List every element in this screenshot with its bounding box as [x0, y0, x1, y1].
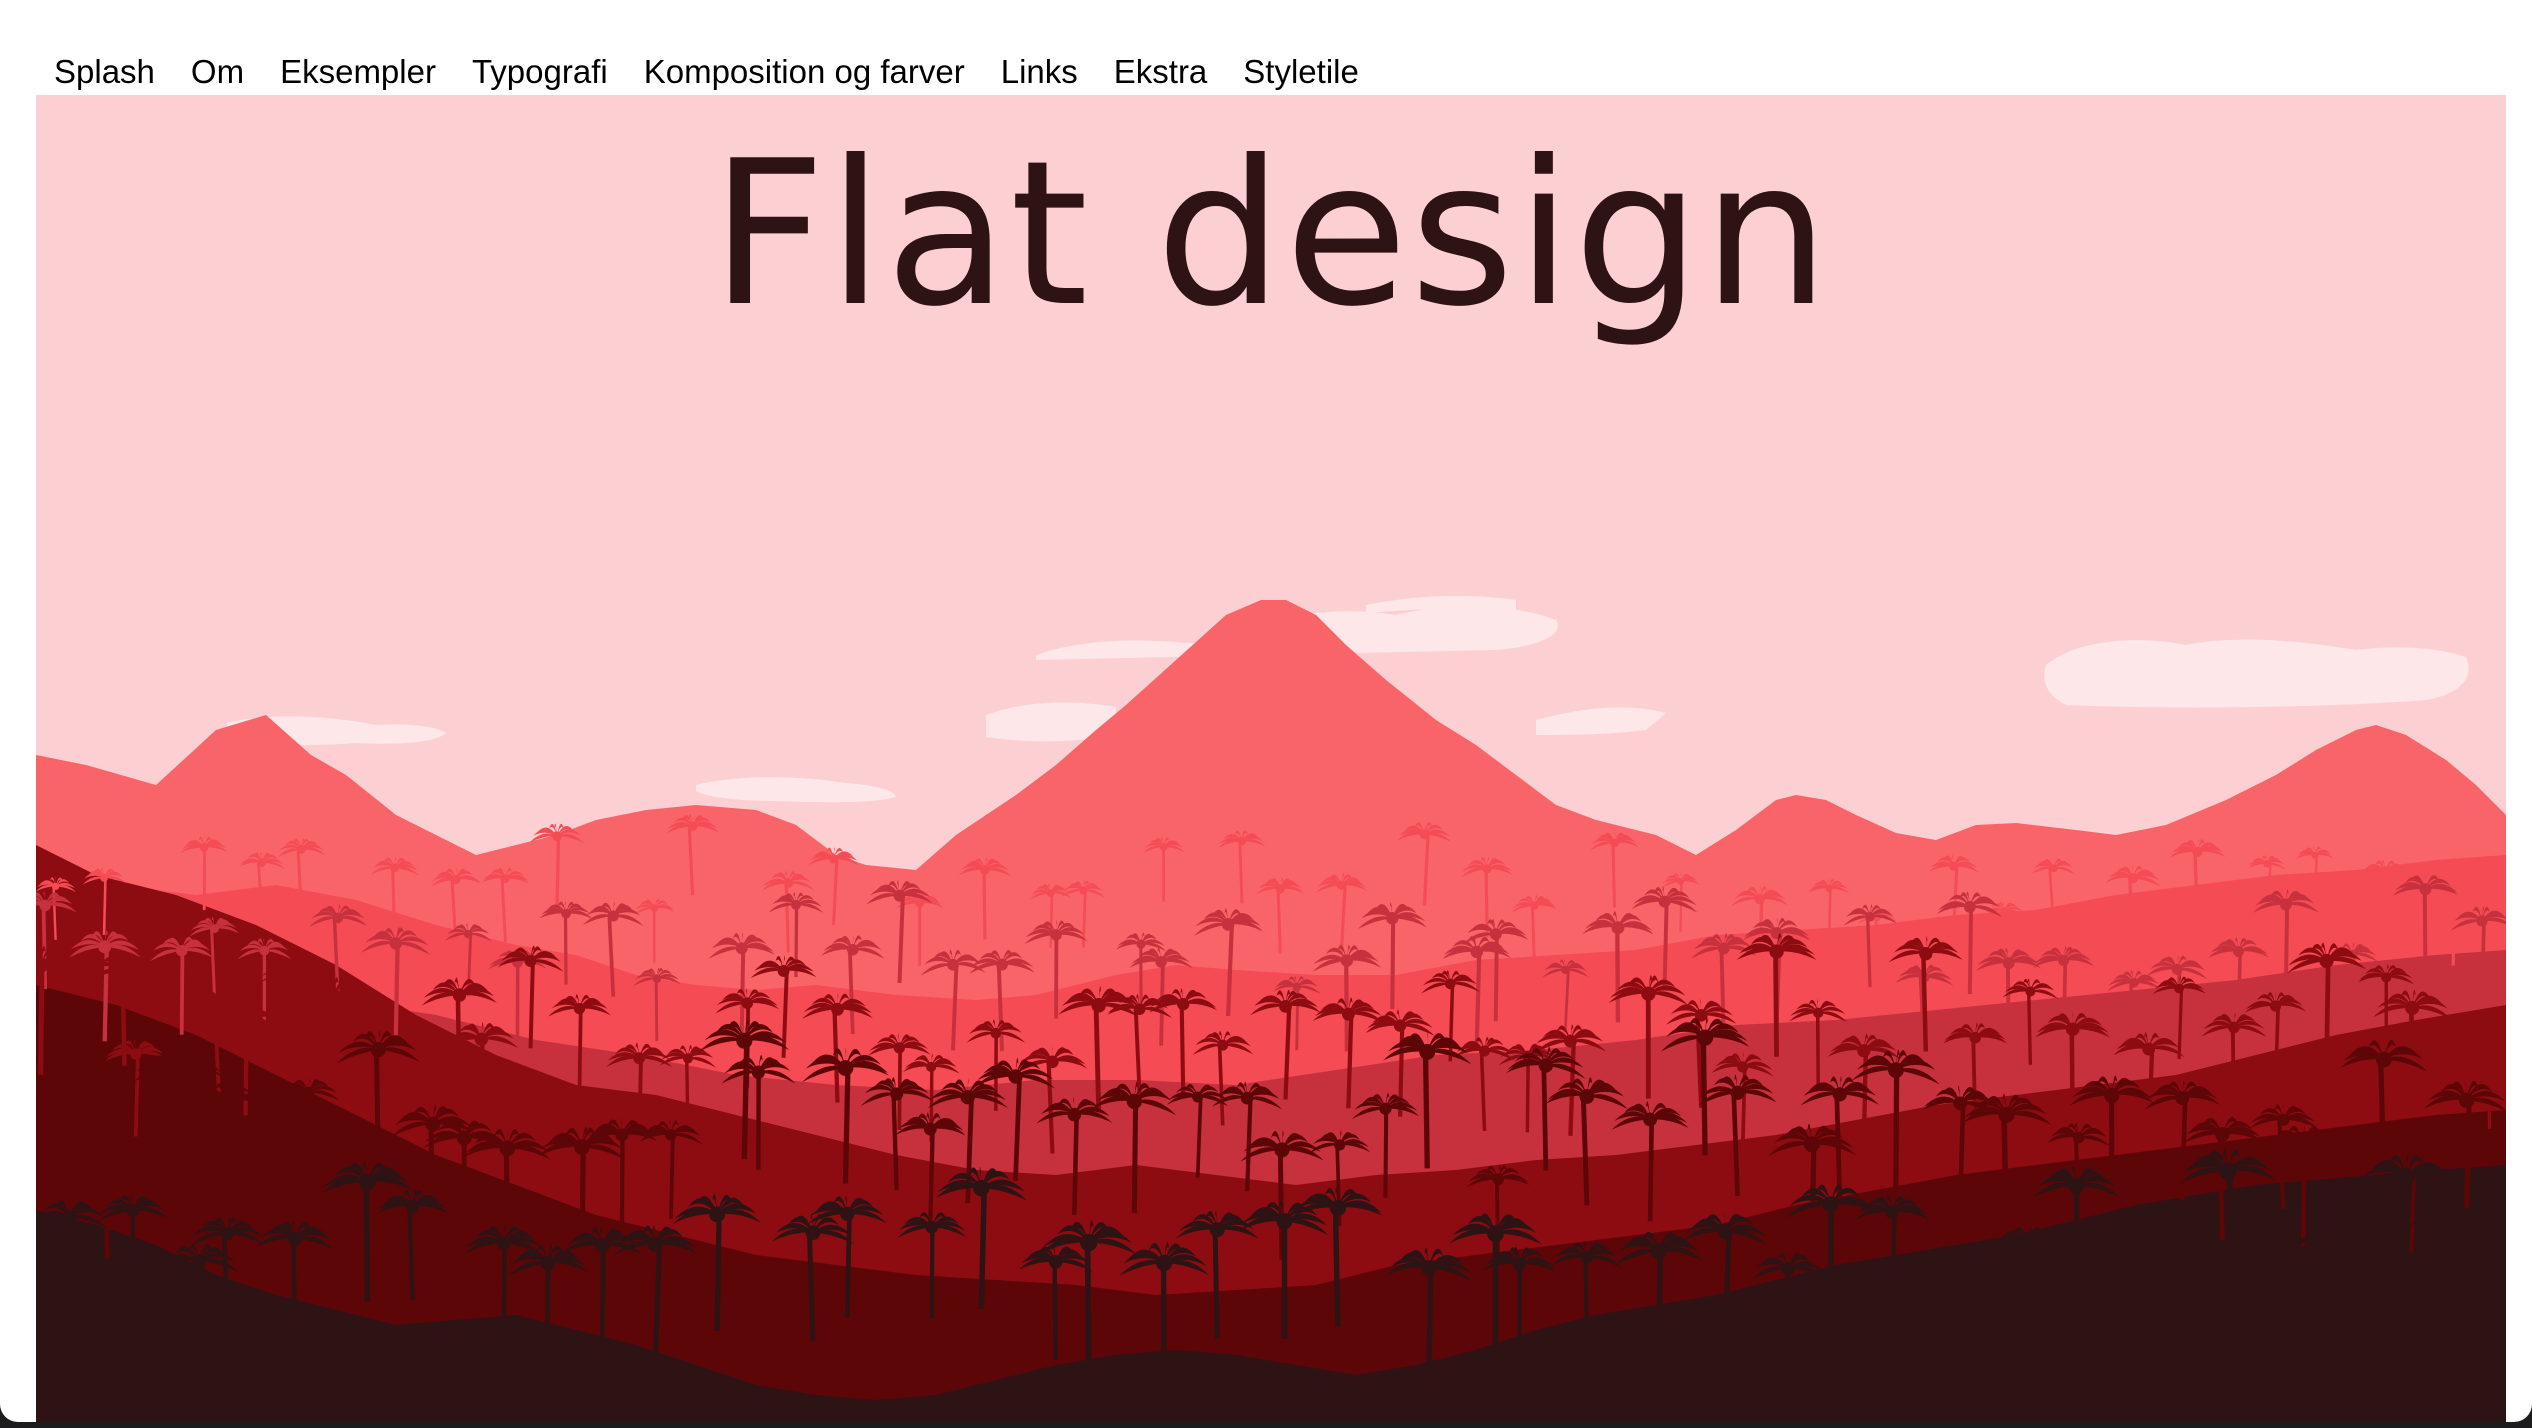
nav-link-ekstra[interactable]: Ekstra: [1096, 53, 1226, 91]
main-nav: Splash Om Eksempler Typografi Kompositio…: [36, 48, 1377, 96]
nav-link-eksempler[interactable]: Eksempler: [262, 53, 454, 91]
cloud: [2044, 639, 2469, 708]
nav-link-links[interactable]: Links: [983, 53, 1096, 91]
hero-title: Flat design: [710, 118, 1832, 351]
nav-link-komposition-og-farver[interactable]: Komposition og farver: [626, 53, 983, 91]
nav-link-om[interactable]: Om: [173, 53, 262, 91]
nav-link-styletile[interactable]: Styletile: [1225, 53, 1377, 91]
hero-banner: Flat design: [36, 95, 2506, 1422]
nav-link-typografi[interactable]: Typografi: [454, 53, 626, 91]
browser-window: Splash Om Eksempler Typografi Kompositio…: [0, 0, 2532, 1422]
nav-link-splash[interactable]: Splash: [36, 53, 173, 91]
